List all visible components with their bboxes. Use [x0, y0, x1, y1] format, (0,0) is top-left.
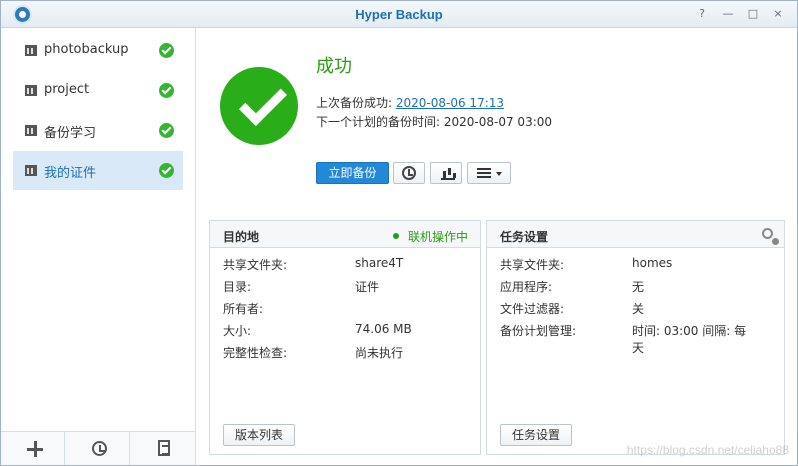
close-button[interactable]: × — [770, 6, 786, 22]
row-key: 目录: — [223, 280, 252, 294]
menu-icon — [477, 168, 491, 178]
last-backup-line: 上次备份成功: 2020-08-06 17:13 — [316, 94, 504, 111]
log-button[interactable] — [131, 432, 195, 465]
last-backup-time-link[interactable]: 2020-08-06 17:13 — [396, 96, 504, 110]
success-check-icon — [159, 123, 174, 138]
sidebar-item-label: 我的证件 — [44, 166, 97, 181]
task-icon — [25, 45, 37, 56]
destination-header: 目的地 联机操作中 — [210, 221, 480, 248]
watermark: https://blog.csdn.net/celiaho88 — [626, 443, 789, 457]
row-key: 共享文件夹: — [223, 258, 288, 272]
minimize-button[interactable]: — — [720, 6, 736, 22]
add-task-button[interactable] — [1, 432, 65, 465]
destination-row: 所有者: — [223, 300, 473, 320]
status-title: 成功 — [316, 56, 352, 77]
destination-row: 目录: 证件 — [223, 278, 473, 298]
help-button[interactable]: ? — [694, 6, 710, 22]
row-key: 共享文件夹: — [500, 258, 565, 272]
destination-row: 共享文件夹: share4T — [223, 256, 473, 276]
row-value: 时间: 03:00 间隔: 每天 — [632, 324, 747, 355]
chevron-down-icon — [496, 172, 502, 176]
task-icon — [25, 125, 37, 136]
maximize-button[interactable]: □ — [745, 6, 761, 22]
task-setting-row: 共享文件夹: homes — [500, 256, 750, 276]
row-key: 备份计划管理: — [500, 324, 577, 338]
task-settings-button[interactable]: 任务设置 — [500, 424, 572, 446]
restore-history-button[interactable] — [66, 432, 130, 465]
hyper-backup-window: Hyper Backup ? — □ × photobackup project… — [0, 0, 798, 466]
next-backup-line: 下一个计划的备份时间: 2020-08-07 03:00 — [316, 113, 552, 130]
success-check-icon — [159, 83, 174, 98]
row-value: share4T — [355, 256, 404, 270]
more-actions-button[interactable] — [467, 162, 511, 184]
destination-row: 完整性检查: 尚未执行 — [223, 344, 473, 364]
row-value: 74.06 MB — [355, 322, 412, 336]
sidebar-item-my-documents[interactable]: 我的证件 — [13, 151, 183, 190]
statistics-button[interactable] — [430, 162, 462, 184]
sidebar-item-photobackup[interactable]: photobackup — [13, 31, 183, 70]
history-icon — [92, 441, 107, 456]
plus-icon — [27, 441, 43, 457]
task-setting-row: 文件过滤器: 关 — [500, 300, 750, 320]
sidebar-item-project[interactable]: project — [13, 71, 183, 110]
sidebar-item-label: project — [44, 82, 90, 97]
sidebar-footer — [1, 431, 195, 465]
row-key: 应用程序: — [500, 280, 553, 294]
row-value: 无 — [632, 280, 645, 294]
online-status: 联机操作中 — [407, 230, 468, 244]
window-title: Hyper Backup — [355, 7, 443, 22]
online-status-icon — [393, 233, 399, 239]
sidebar-item-label: 备份学习 — [44, 126, 97, 141]
version-list-button[interactable]: 版本列表 — [223, 424, 295, 446]
task-settings-header: 任务设置 — [487, 221, 784, 248]
success-check-icon — [159, 43, 174, 58]
row-key: 文件过滤器: — [500, 302, 565, 316]
task-icon — [25, 85, 37, 96]
last-backup-label: 上次备份成功: — [316, 96, 393, 110]
success-check-icon — [159, 163, 174, 178]
destination-title: 目的地 — [223, 230, 260, 244]
destination-row: 大小: 74.06 MB — [223, 322, 473, 342]
destination-panel: 目的地 联机操作中 共享文件夹: share4T 目录: 证件 所有者: 大小:… — [209, 220, 481, 455]
settings-icon[interactable] — [762, 228, 779, 245]
task-sidebar: photobackup project 备份学习 我的证件 — [1, 28, 196, 465]
backup-now-button[interactable]: 立即备份 — [316, 162, 389, 184]
row-value: 证件 — [355, 280, 380, 294]
row-value: 关 — [632, 302, 645, 316]
row-value: 尚未执行 — [355, 346, 404, 360]
row-value: homes — [632, 256, 673, 270]
row-key: 大小: — [223, 324, 252, 338]
log-icon — [158, 440, 170, 456]
row-key: 所有者: — [223, 302, 264, 316]
row-key: 完整性检查: — [223, 346, 288, 360]
task-icon — [25, 165, 37, 176]
sidebar-item-backup-learning[interactable]: 备份学习 — [13, 111, 183, 150]
task-settings-title: 任务设置 — [500, 230, 549, 244]
success-check-icon — [220, 67, 298, 145]
restore-icon — [402, 166, 416, 180]
task-setting-row: 应用程序: 无 — [500, 278, 750, 298]
sidebar-item-label: photobackup — [44, 42, 129, 57]
task-detail: 成功 上次备份成功: 2020-08-06 17:13 下一个计划的备份时间: … — [197, 28, 797, 465]
next-backup-time: 2020-08-07 03:00 — [443, 115, 553, 129]
chart-icon — [441, 168, 456, 180]
task-settings-panel: 任务设置 共享文件夹: homes 应用程序: 无 文件过滤器: 关 备份计划管… — [486, 220, 785, 455]
next-backup-label: 下一个计划的备份时间: — [316, 115, 441, 129]
task-setting-row: 备份计划管理: 时间: 03:00 间隔: 每天 — [500, 322, 750, 355]
restore-button[interactable] — [393, 162, 425, 184]
title-bar: Hyper Backup ? — □ × — [1, 1, 797, 28]
